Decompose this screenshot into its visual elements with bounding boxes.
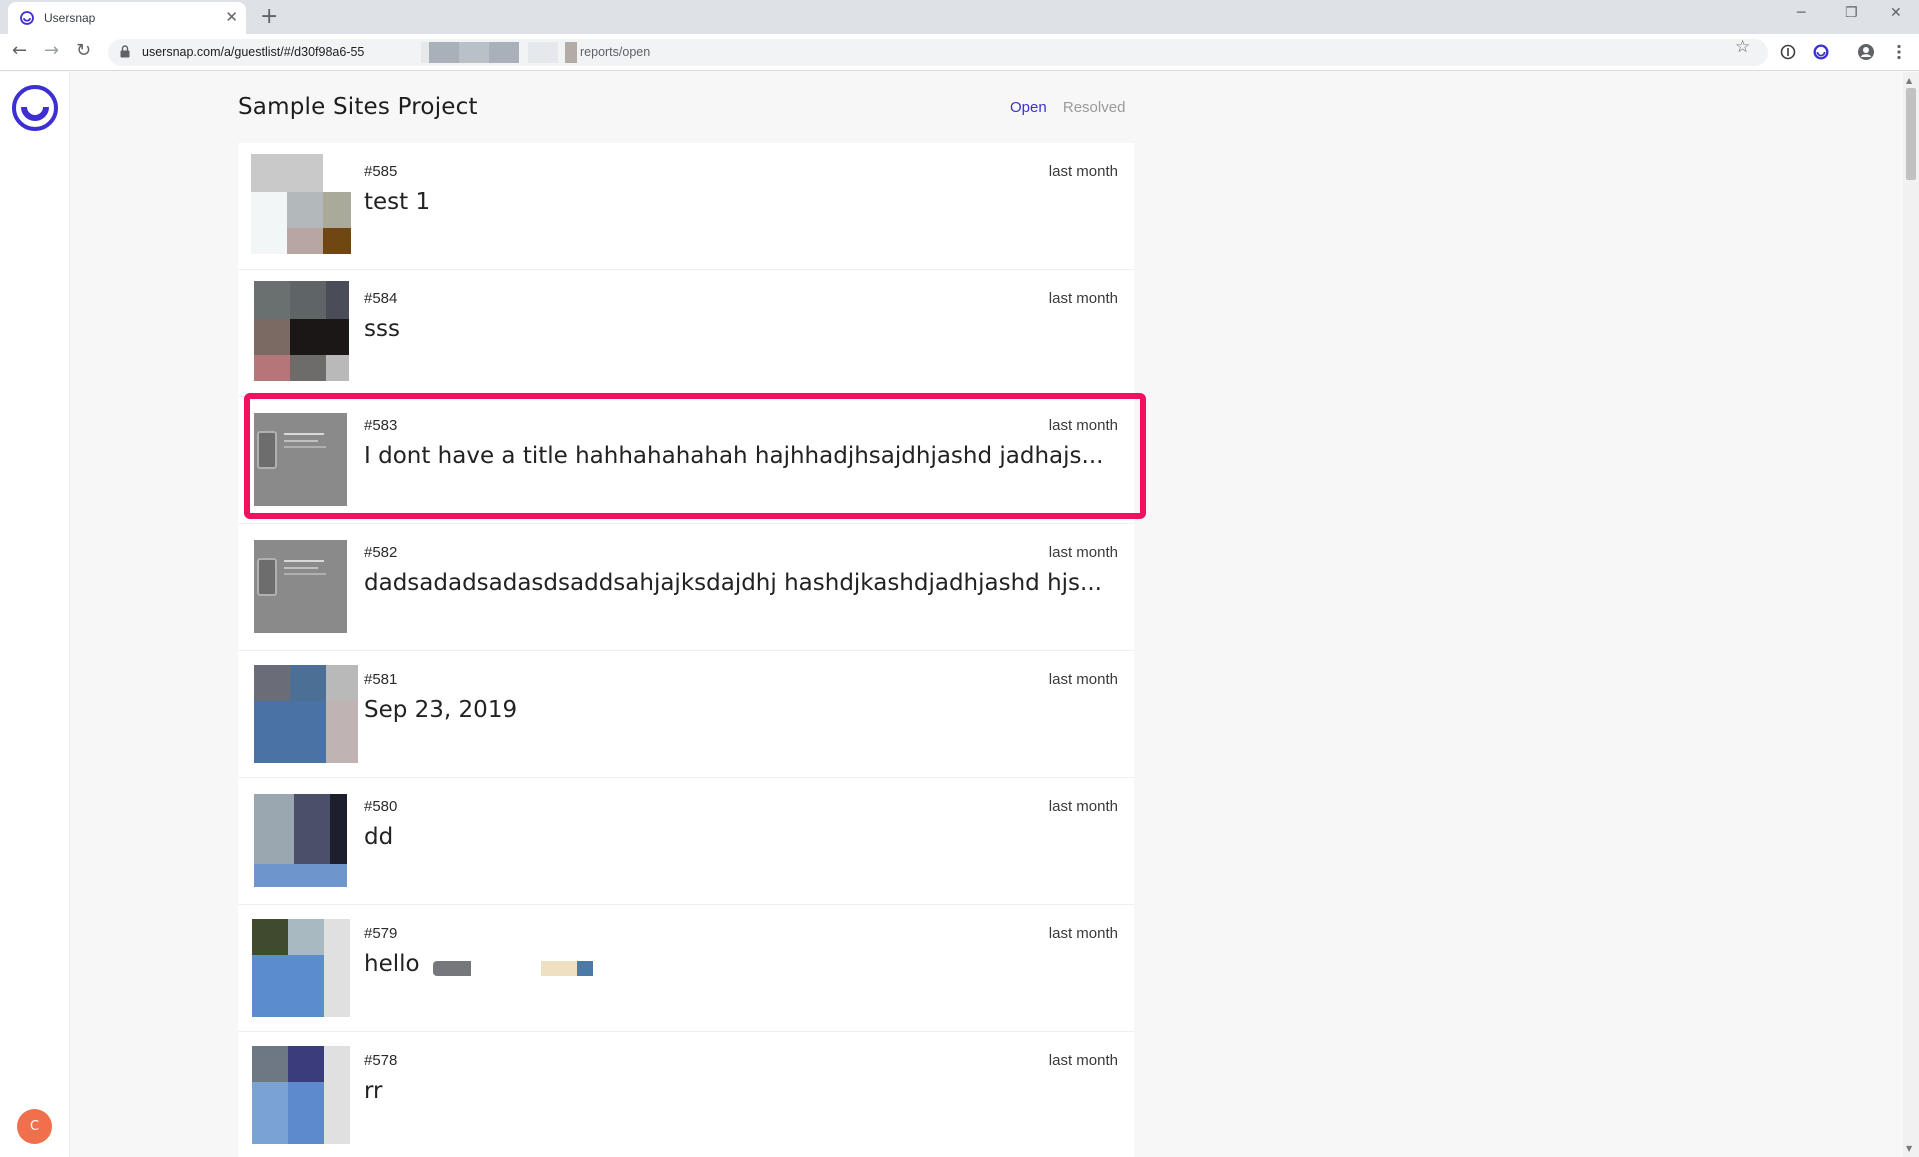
- list-item[interactable]: #578 last month rr: [238, 1032, 1134, 1157]
- report-title: rr: [364, 1078, 383, 1104]
- report-timestamp: last month: [1048, 671, 1118, 688]
- report-id: #582: [364, 544, 398, 561]
- screenshot-thumbnail: [254, 794, 347, 887]
- report-timestamp: last month: [1048, 1052, 1118, 1069]
- screenshot-thumbnail: [252, 919, 350, 1017]
- tab-open[interactable]: Open: [1010, 99, 1047, 116]
- screenshot-thumbnail: [254, 540, 347, 633]
- scrollbar[interactable]: ▲ ▼: [1903, 72, 1919, 1157]
- screenshot-thumbnail: [254, 281, 349, 381]
- report-title: hello: [364, 951, 420, 977]
- url-text: usersnap.com/a/guestlist/#/d30f98a6-55: [142, 45, 365, 59]
- report-timestamp: last month: [1048, 925, 1118, 942]
- report-id: #581: [364, 671, 398, 688]
- list-item[interactable]: #585 last month test 1: [238, 143, 1134, 270]
- lock-icon: [120, 45, 130, 58]
- forward-icon[interactable]: →: [44, 40, 59, 61]
- scroll-up-icon[interactable]: ▲: [1906, 76, 1912, 85]
- avatar[interactable]: C: [17, 1109, 52, 1144]
- list-item[interactable]: #584 last month sss: [238, 270, 1134, 397]
- report-id: #583: [364, 417, 398, 434]
- report-title: test 1: [364, 189, 431, 215]
- report-id: #585: [364, 163, 398, 180]
- report-title: I dont have a title hahhahahahah hajhhad…: [364, 443, 1104, 469]
- report-title: sss: [364, 316, 400, 342]
- report-title: dd: [364, 824, 394, 850]
- tab-title: Usersnap: [44, 11, 96, 25]
- menu-dots-icon[interactable]: [1890, 43, 1908, 61]
- usersnap-extension-icon[interactable]: [1812, 43, 1830, 61]
- list-item[interactable]: #583 last month I dont have a title hahh…: [238, 397, 1134, 524]
- report-id: #580: [364, 798, 398, 815]
- list-item[interactable]: #582 last month dadsadadsadasdsaddsahjaj…: [238, 524, 1134, 651]
- list-item[interactable]: #579 last month hello: [238, 905, 1134, 1032]
- report-id: #579: [364, 925, 398, 942]
- report-id: #578: [364, 1052, 398, 1069]
- screenshot-thumbnail: [251, 154, 351, 254]
- reload-icon[interactable]: ↻: [76, 40, 91, 61]
- list-item[interactable]: #580 last month dd: [238, 778, 1134, 905]
- scrollbar-thumb[interactable]: [1906, 88, 1916, 180]
- screenshot-thumbnail: [252, 1046, 350, 1144]
- browser-toolbar: ← → ↻ usersnap.com/a/guestlist/#/d30f98a…: [0, 34, 1919, 71]
- report-timestamp: last month: [1048, 798, 1118, 815]
- title-redaction: [541, 961, 577, 976]
- new-tab-icon[interactable]: +: [260, 4, 278, 29]
- url-redaction: [565, 42, 577, 63]
- page-title: Sample Sites Project: [238, 94, 478, 120]
- report-timestamp: last month: [1048, 290, 1118, 307]
- report-title: Sep 23, 2019: [364, 697, 518, 723]
- bookmark-star-icon[interactable]: ☆: [1735, 37, 1750, 57]
- profile-icon[interactable]: [1857, 43, 1875, 61]
- browser-tab[interactable]: Usersnap ✕: [8, 2, 246, 34]
- restore-icon[interactable]: ❐: [1845, 5, 1858, 21]
- url-redaction: [459, 42, 489, 63]
- screenshot-thumbnail: [254, 413, 347, 506]
- usersnap-favicon-icon: [20, 11, 34, 25]
- list-item[interactable]: #581 last month Sep 23, 2019: [238, 651, 1134, 778]
- tab-close-icon[interactable]: ✕: [225, 9, 238, 25]
- minimize-icon[interactable]: ─: [1797, 5, 1805, 21]
- screenshot-thumbnail: [254, 665, 358, 763]
- report-timestamp: last month: [1048, 544, 1118, 561]
- report-title: dadsadadsadasdsaddsahjajksdajdhj hashdjk…: [364, 570, 1102, 596]
- report-timestamp: last month: [1048, 163, 1118, 180]
- report-list: #585 last month test 1 #584 last month s…: [238, 143, 1134, 1157]
- back-icon[interactable]: ←: [12, 40, 27, 61]
- browser-tab-strip: Usersnap ✕ + ─ ❐ ✕: [0, 0, 1919, 34]
- window-close-icon[interactable]: ✕: [1890, 5, 1902, 21]
- usersnap-logo-icon[interactable]: [11, 84, 59, 132]
- title-redaction: [433, 961, 471, 976]
- report-timestamp: last month: [1048, 417, 1118, 434]
- status-filter-tabs: Open Resolved: [1010, 99, 1137, 116]
- report-id: #584: [364, 290, 398, 307]
- scroll-down-icon[interactable]: ▼: [1906, 1144, 1912, 1153]
- url-redaction: [429, 42, 459, 63]
- url-redaction: [489, 42, 519, 63]
- url-redaction: [528, 42, 558, 63]
- address-bar[interactable]: usersnap.com/a/guestlist/#/d30f98a6-55 r…: [108, 39, 1768, 66]
- title-redaction: [577, 961, 593, 976]
- url-redaction: [421, 42, 429, 63]
- info-extension-icon[interactable]: [1779, 43, 1797, 61]
- url-path-text: reports/open: [580, 45, 651, 59]
- app-sidebar: C: [0, 72, 70, 1157]
- tab-resolved[interactable]: Resolved: [1063, 99, 1126, 116]
